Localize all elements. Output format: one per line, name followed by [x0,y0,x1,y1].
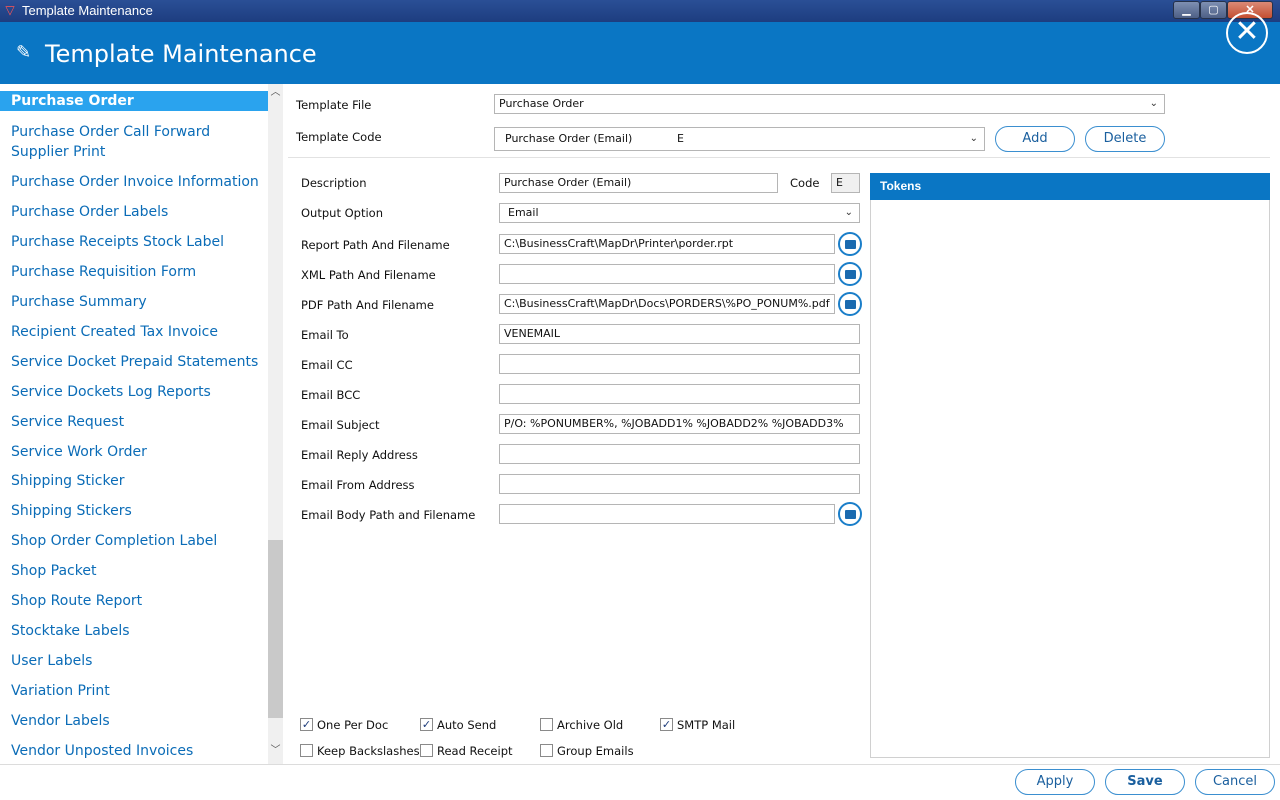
list-item[interactable]: Service Request [0,412,268,432]
divider [288,157,1270,158]
minimize-button[interactable]: ▁ [1173,1,1200,19]
chevron-down-icon: ⌄ [844,207,853,218]
list-item[interactable]: Shop Packet [0,561,268,581]
description-input[interactable]: Purchase Order (Email) [499,173,778,193]
page-header: ✎ Template Maintenance [0,22,1280,84]
auto-send-label: Auto Send [437,718,497,732]
email-reply-label: Email Reply Address [301,448,418,462]
keep-backslashes-label: Keep Backslashes [317,744,420,758]
email-subject-input[interactable]: P/O: %PONUMBER%, %JOBADD1% %JOBADD2% %JO… [499,414,860,434]
group-emails-label: Group Emails [557,744,634,758]
list-item[interactable]: Service Work Order [0,442,268,462]
list-item[interactable]: User Labels [0,651,268,671]
email-to-label: Email To [301,328,349,342]
maximize-button[interactable]: ▢ [1200,1,1227,19]
add-button[interactable]: Add [995,126,1075,152]
list-item[interactable]: Service Dockets Log Reports [0,382,268,402]
list-item[interactable]: Stocktake Labels [0,621,268,641]
list-item[interactable]: Shop Order Completion Label [0,531,268,551]
page-title: Template Maintenance [45,40,317,68]
delete-button[interactable]: Delete [1085,126,1165,152]
xml-path-input[interactable] [499,264,835,284]
list-item[interactable]: Shipping Stickers [0,501,268,521]
list-item[interactable]: Shipping Sticker [0,471,268,491]
archive-old-checkbox[interactable] [540,718,553,731]
email-body-label: Email Body Path and Filename [301,508,476,522]
keep-backslashes-checkbox[interactable] [300,744,313,757]
list-item[interactable]: Vendor Labels [0,711,268,731]
archive-old-label: Archive Old [557,718,624,732]
scroll-up-icon[interactable]: ︿ [268,86,283,100]
template-code-label: Template Code [296,130,382,144]
browse-folder-icon[interactable] [838,502,862,526]
apply-button[interactable]: Apply [1015,769,1095,795]
output-option-value: Email [508,206,539,219]
template-file-select[interactable]: Purchase Order ⌄ [494,94,1165,114]
pdf-path-input[interactable]: C:\BusinessCraft\MapDr\Docs\PORDERS\%PO_… [499,294,835,314]
sidebar-scrollbar-thumb[interactable] [268,540,283,718]
chevron-down-icon: ⌄ [969,133,978,144]
email-to-input[interactable]: VENEMAIL [499,324,860,344]
xml-path-label: XML Path And Filename [301,268,436,282]
close-icon[interactable]: ✕ [1226,12,1268,54]
email-bcc-label: Email BCC [301,388,361,402]
description-label: Description [301,176,367,190]
output-option-label: Output Option [301,206,383,220]
email-from-label: Email From Address [301,478,415,492]
smtp-mail-checkbox[interactable]: ✓ [660,718,673,731]
list-item[interactable]: Purchase Order Invoice Information [0,172,268,192]
smtp-mail-label: SMTP Mail [677,718,736,732]
list-item[interactable]: Purchase Order Call Forward Supplier Pri… [0,122,268,162]
template-code-code: E [677,132,684,145]
template-file-value: Purchase Order [499,97,584,110]
list-item[interactable]: Purchase Summary [0,292,268,312]
tokens-panel [870,173,1270,758]
read-receipt-label: Read Receipt [437,744,513,758]
footer-divider [0,764,1280,765]
tokens-title: Tokens [870,173,1270,200]
one-per-doc-label: One Per Doc [317,718,389,732]
email-reply-input[interactable] [499,444,860,464]
template-code-value: Purchase Order (Email) [505,132,633,145]
list-item[interactable]: Recipient Created Tax Invoice [0,322,268,342]
browse-folder-icon[interactable] [838,292,862,316]
scroll-down-icon[interactable]: ﹀ [268,744,283,758]
email-from-input[interactable] [499,474,860,494]
browse-folder-icon[interactable] [838,232,862,256]
email-cc-label: Email CC [301,358,353,372]
chevron-down-icon: ⌄ [1149,98,1158,109]
group-emails-checkbox[interactable] [540,744,553,757]
email-body-input[interactable] [499,504,835,524]
list-item[interactable]: Purchase Requisition Form [0,262,268,282]
list-item[interactable]: Purchase Receipts Stock Label [0,232,268,252]
window-title: Template Maintenance [22,3,153,18]
code-label: Code [790,176,820,190]
pdf-path-label: PDF Path And Filename [301,298,434,312]
window-titlebar: ▽ Template Maintenance ▁ ▢ ✕ [0,0,1280,22]
app-icon: ▽ [5,3,15,17]
list-item[interactable]: Shop Route Report [0,591,268,611]
report-path-input[interactable]: C:\BusinessCraft\MapDr\Printer\porder.rp… [499,234,835,254]
list-item[interactable]: Vendor Unposted Invoices [0,741,268,761]
code-field: E [831,173,860,193]
read-receipt-checkbox[interactable] [420,744,433,757]
email-bcc-input[interactable] [499,384,860,404]
template-code-select[interactable]: Purchase Order (Email) E ⌄ [494,127,985,151]
list-item[interactable]: Purchase Order Labels [0,202,268,222]
list-item[interactable]: Variation Print [0,681,268,701]
list-item-purchase-order[interactable]: Purchase Order [0,91,268,111]
list-item[interactable]: Service Docket Prepaid Statements [0,352,268,372]
cancel-button[interactable]: Cancel [1195,769,1275,795]
save-button[interactable]: Save [1105,769,1185,795]
email-subject-label: Email Subject [301,418,380,432]
report-path-label: Report Path And Filename [301,238,450,252]
template-list: Purchase Order Purchase Order Call Forwa… [0,84,268,764]
template-file-label: Template File [296,98,372,112]
browse-folder-icon[interactable] [838,262,862,286]
edit-icon: ✎ [16,42,32,62]
output-option-select[interactable]: Email ⌄ [499,203,860,223]
auto-send-checkbox[interactable]: ✓ [420,718,433,731]
email-cc-input[interactable] [499,354,860,374]
one-per-doc-checkbox[interactable]: ✓ [300,718,313,731]
